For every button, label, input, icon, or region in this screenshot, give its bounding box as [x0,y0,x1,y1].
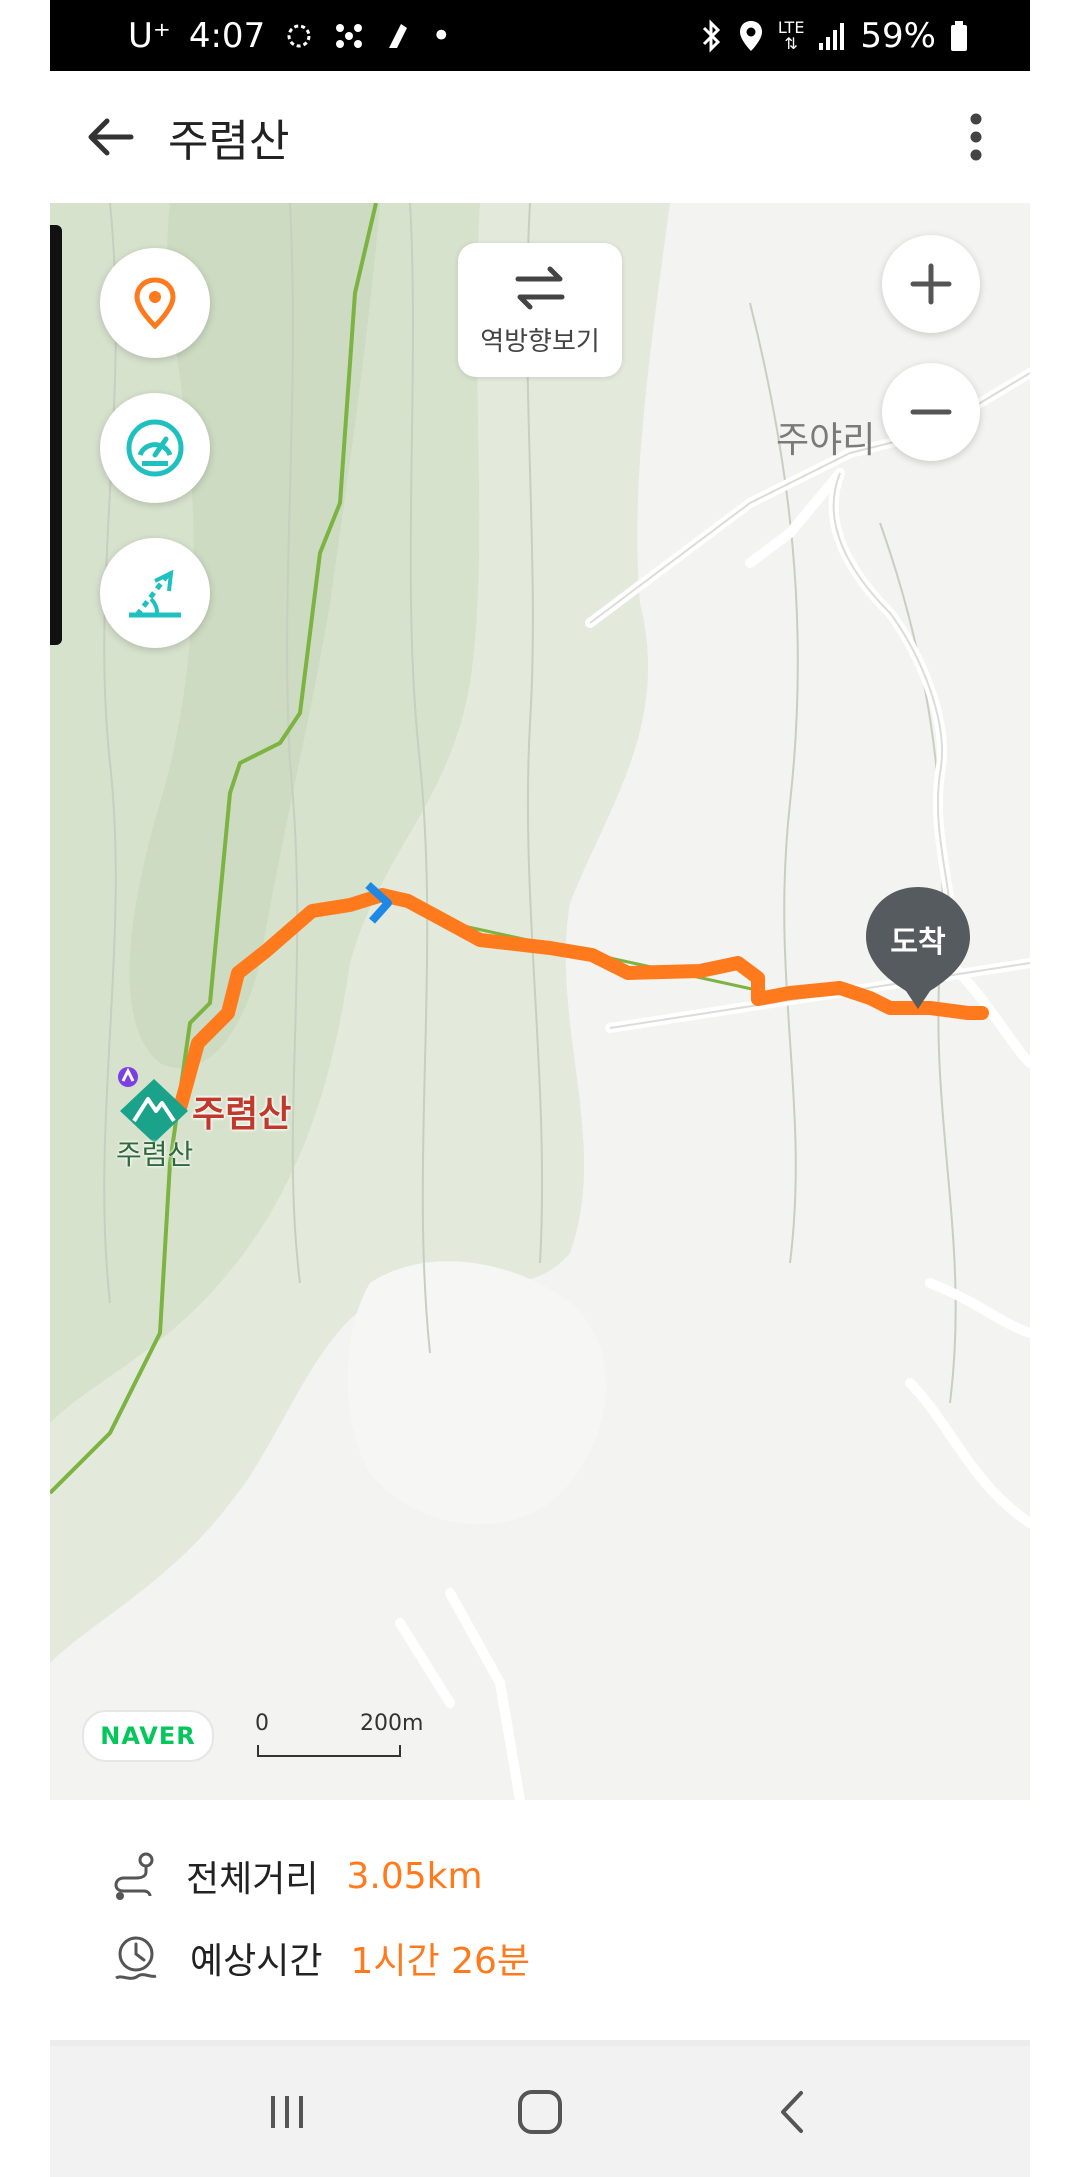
system-nav-bar [50,2046,1030,2177]
more-vert-icon [970,113,982,161]
home-button[interactable] [495,2067,585,2157]
status-bar: U⁺ 4:07 • LTE ⇅ 59% [50,0,1030,71]
arrival-label: 도착 [890,925,946,960]
app-bar: 주렴산 [50,71,1030,203]
distance-label: 전체거리 [186,1859,319,1900]
notification-icon-3 [383,20,413,52]
speedometer-icon [126,419,184,477]
estimated-time-icon [115,1936,157,1980]
carrier-label: U⁺ [128,15,171,56]
zoom-out-button[interactable] [882,363,980,461]
arrow-left-icon [88,118,134,156]
back-button[interactable] [74,100,148,174]
network-type: LTE ⇅ [777,17,805,53]
data-arrows-icon: ⇅ [784,33,798,53]
minus-icon [910,409,952,415]
peak-name-label: 주렴산 [192,1094,292,1135]
my-location-button[interactable] [100,248,210,358]
battery-percent: 59% [860,15,936,56]
map-view[interactable]: 역방향보기 주야리 주렴산 주렴산 도착 NAVER 0 200m [50,203,1030,1800]
distance-value: 3.05km [346,1855,483,1897]
plus-icon [910,263,952,305]
village-label: 주야리 [776,420,876,461]
page-title: 주렴산 [168,116,290,167]
chevron-left-icon [781,2090,804,2133]
reverse-direction-label: 역방향보기 [480,326,600,357]
slope-button[interactable] [100,538,210,648]
system-back-button[interactable] [748,2067,838,2157]
location-status-icon [738,19,764,53]
recent-apps-button[interactable] [242,2067,332,2157]
time-label: 예상시간 [190,1941,323,1982]
naver-logo: NAVER [82,1710,214,1762]
route-summary: 전체거리 3.05km 예상시간 1시간 26분 [50,1800,1030,2040]
home-icon [517,2089,562,2134]
recent-apps-icon [270,2095,303,2128]
arrival-marker[interactable]: 도착 [862,883,974,1015]
notification-icon-2 [333,20,365,52]
scale-zero-label: 0 [255,1711,269,1736]
map-scale: 0 200m [255,1711,423,1757]
scale-distance-label: 200m [360,1711,424,1736]
notification-icon-1 [283,20,315,52]
time-row: 예상시간 1시간 26분 [110,1932,530,1984]
swap-arrows-icon [515,266,565,309]
reverse-direction-button[interactable]: 역방향보기 [458,243,622,377]
bluetooth-icon [700,18,724,53]
scale-bar [257,1745,401,1757]
edge-handle[interactable] [50,225,62,645]
status-dot: • [431,15,452,56]
time-value: 1시간 26분 [350,1941,531,1982]
signal-icon [818,21,846,51]
slope-icon [129,569,181,618]
route-distance-icon [114,1852,154,1900]
speed-button[interactable] [100,393,210,503]
peak-name-small-label: 주렴산 [116,1138,194,1171]
location-pin-icon [134,277,176,330]
more-options-button[interactable] [946,100,1006,174]
clock: 4:07 [188,15,266,56]
battery-icon [950,20,968,52]
zoom-in-button[interactable] [882,235,980,333]
distance-row: 전체거리 3.05km [110,1850,483,1902]
